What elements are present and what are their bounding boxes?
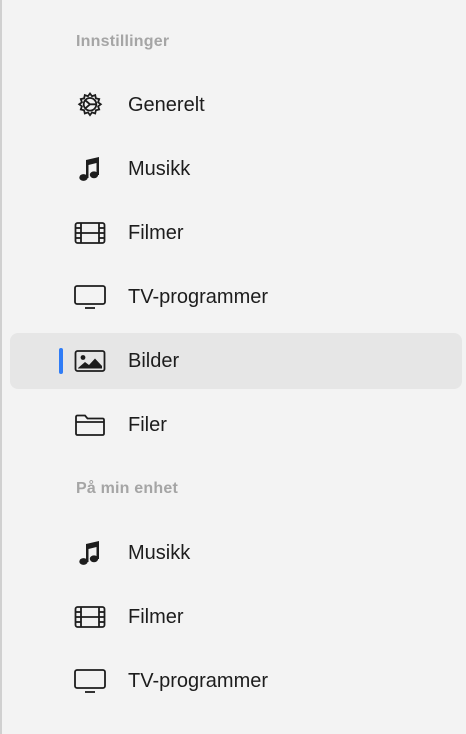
device-item-label: TV-programmer: [128, 670, 269, 692]
film-icon: [72, 601, 108, 633]
sidebar-item-label: Generelt: [128, 94, 205, 116]
tv-icon: [72, 281, 108, 313]
sidebar-item-label: Musikk: [128, 158, 191, 180]
sidebar-item-photos[interactable]: Bilder: [10, 333, 462, 389]
photo-icon: [72, 345, 108, 377]
music-note-icon: [72, 537, 108, 569]
tv-icon: [72, 665, 108, 697]
device-item-label: Filmer: [128, 606, 184, 628]
sidebar-item-label: Filmer: [128, 222, 184, 244]
sidebar-item-music[interactable]: Musikk: [10, 141, 462, 197]
gear-icon: [72, 89, 108, 121]
film-icon: [72, 217, 108, 249]
section-header-settings: Innstillinger: [76, 33, 170, 50]
sidebar-item-files[interactable]: Filer: [10, 397, 462, 453]
sidebar-item-label: Bilder: [128, 350, 180, 372]
device-item-movies[interactable]: Filmer: [10, 589, 462, 645]
sidebar-item-label: TV-programmer: [128, 286, 269, 308]
folder-icon: [72, 409, 108, 441]
device-item-label: Musikk: [128, 542, 191, 564]
music-note-icon: [72, 153, 108, 185]
device-item-music[interactable]: Musikk: [10, 525, 462, 581]
sidebar-item-movies[interactable]: Filmer: [10, 205, 462, 261]
device-item-tv-shows[interactable]: TV-programmer: [10, 653, 462, 709]
sidebar-item-label: Filer: [128, 414, 167, 436]
sidebar-item-general[interactable]: Generelt: [10, 77, 462, 133]
sidebar: Innstillinger Generelt Musikk Filmer TV-…: [0, 0, 466, 734]
selection-indicator: [59, 348, 63, 374]
sidebar-item-tv-shows[interactable]: TV-programmer: [10, 269, 462, 325]
section-header-on-device: På min enhet: [76, 480, 178, 497]
